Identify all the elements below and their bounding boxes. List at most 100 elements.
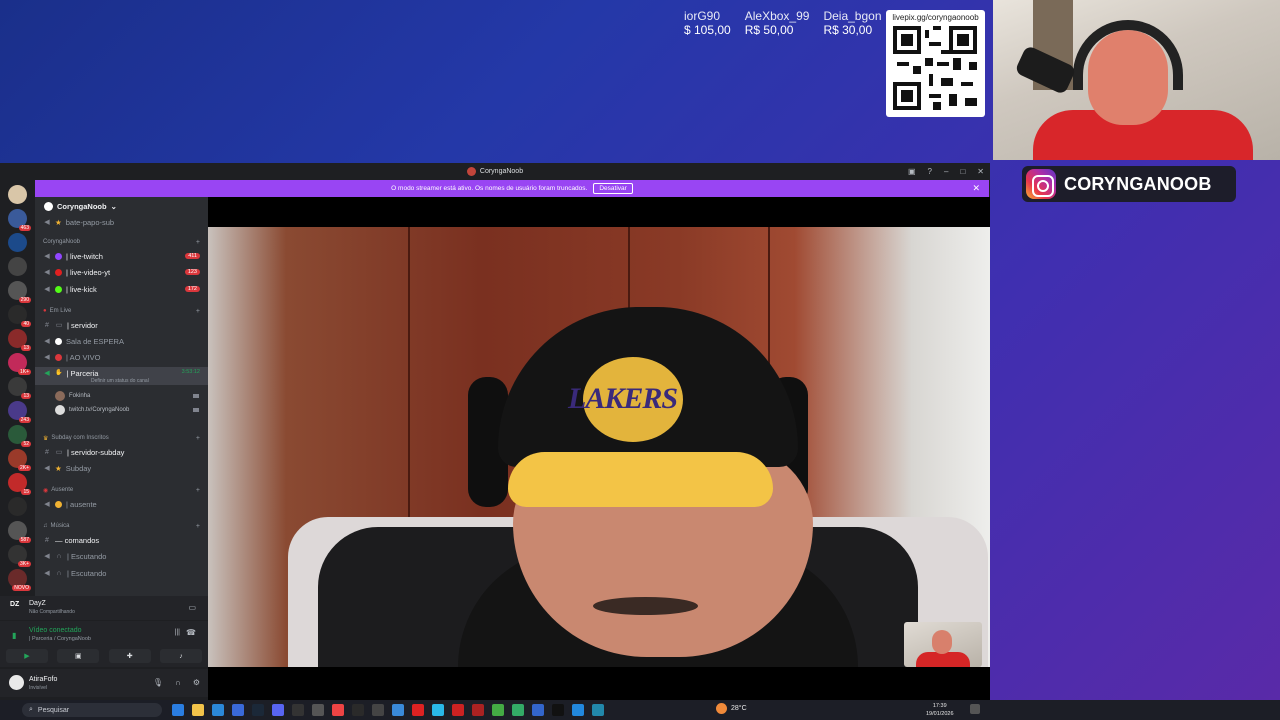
soundboard-button[interactable]: ♪ [159, 649, 202, 663]
channel-item[interactable]: ◀ ★ Subday [35, 461, 208, 475]
category-header[interactable]: ♛ Subday com Inscritos + [35, 433, 208, 443]
app-icon[interactable] [312, 704, 324, 716]
server-icon[interactable]: 290 [8, 281, 31, 303]
channel-item[interactable]: ◀ | live-twitch 411 [35, 249, 208, 263]
server-name: CoryngaNoob [57, 201, 107, 211]
server-icon[interactable] [8, 233, 27, 252]
user-name[interactable]: AtiraFofo [29, 676, 57, 683]
gear-icon[interactable]: ⚙ [193, 678, 200, 687]
self-view-pip[interactable] [904, 622, 982, 667]
activities-button[interactable]: ✚ [108, 649, 151, 663]
app-icon[interactable] [412, 704, 424, 716]
app-icon[interactable] [512, 704, 524, 716]
channel-status[interactable]: Definir um status do canal [91, 378, 149, 384]
app-icon[interactable] [472, 704, 484, 716]
app-icon[interactable] [532, 704, 544, 716]
voice-channel[interactable]: | Parceria / CoryngaNoob [29, 636, 91, 642]
taskbar-search[interactable]: ⌕ Pesquisar [22, 703, 162, 717]
video-stage[interactable]: LAKERS [208, 197, 990, 700]
server-icon[interactable]: 15 [8, 473, 31, 495]
chrome-icon[interactable] [492, 704, 504, 716]
monitor-icon: ▭ [55, 449, 63, 456]
voice-user[interactable]: twitch.tv/CoryngaNoob [55, 404, 205, 416]
camera-feed[interactable]: LAKERS [208, 227, 990, 667]
server-icon[interactable] [8, 185, 27, 204]
disconnect-icon[interactable]: ☎ [186, 628, 196, 637]
channel-item[interactable]: ◀ | ausente [35, 497, 208, 511]
server-icon[interactable]: 13 [8, 377, 31, 399]
close-banner-icon[interactable]: ✕ [972, 183, 980, 194]
server-icon[interactable]: 40 [8, 305, 31, 327]
channel-item[interactable]: ◀ | live-video-yt 123 [35, 265, 208, 279]
app-icon[interactable] [572, 704, 584, 716]
add-channel-icon[interactable]: + [196, 487, 200, 494]
category-header[interactable]: CoryngaNoob + [35, 237, 208, 247]
server-icon[interactable] [8, 497, 27, 516]
close-button[interactable]: ✕ [977, 167, 984, 176]
server-icon[interactable]: 587 [8, 521, 31, 543]
noise-suppression-icon[interactable]: ||| [175, 629, 180, 636]
channel-item[interactable]: ◀ Sala de ESPERA [35, 334, 208, 348]
add-channel-icon[interactable]: + [196, 239, 200, 246]
file-explorer-icon[interactable] [192, 704, 204, 716]
channel-item[interactable]: # ▭ | servidor-subday [35, 445, 208, 459]
server-icon[interactable]: 1K+ [8, 353, 31, 375]
steam-icon[interactable] [252, 704, 264, 716]
category-header[interactable]: ♫ Música + [35, 521, 208, 531]
notification-icon[interactable] [970, 704, 980, 714]
clock[interactable]: 17:39 19/01/2026 [926, 702, 954, 718]
app-icon[interactable] [592, 704, 604, 716]
server-icon[interactable]: 2K+ [8, 449, 31, 471]
channel-item[interactable]: ◀ ★ bate-papo-sub [35, 215, 208, 229]
app-icon[interactable] [232, 704, 244, 716]
app-icon[interactable] [372, 704, 384, 716]
weather-temp[interactable]: 28°C [731, 705, 747, 712]
channel-item[interactable]: ◀ | AO VIVO [35, 350, 208, 364]
headphones-icon: ∩ [56, 552, 62, 560]
minimize-button[interactable]: – [944, 167, 948, 176]
headphones-icon[interactable]: ∩ [175, 678, 181, 687]
camera-toggle-button[interactable]: ▶ [6, 649, 48, 663]
share-screen-icon[interactable]: ▭ [188, 603, 196, 612]
inbox-icon[interactable]: ▣ [908, 167, 916, 176]
add-channel-icon[interactable]: + [196, 308, 200, 315]
category-header[interactable]: ◉ Ausente + [35, 485, 208, 495]
app-icon[interactable] [332, 704, 344, 716]
obs-icon[interactable] [292, 704, 304, 716]
telegram-icon[interactable] [432, 704, 444, 716]
voice-status[interactable]: Vídeo conectado [29, 627, 82, 634]
server-icon[interactable]: 13 [8, 329, 31, 351]
server-header[interactable]: CoryngaNoob ⌄ ⚇ [35, 197, 230, 215]
app-icon[interactable] [452, 704, 464, 716]
category-header[interactable]: ● Em Live + [35, 306, 208, 316]
server-icon[interactable]: 52 [8, 425, 31, 447]
add-channel-icon[interactable]: + [196, 523, 200, 530]
server-icon[interactable]: 243 [8, 401, 31, 423]
avatar[interactable] [9, 675, 24, 690]
voice-user[interactable]: Fokinha [55, 390, 205, 402]
activity-panel[interactable]: DZ DayZ Não Compartilhando ▭ [0, 596, 208, 620]
server-icon[interactable]: 463 [8, 209, 31, 231]
channel-item[interactable]: # ▭ | servidor [35, 318, 208, 332]
channel-item[interactable]: ◀ | live-kick 172 [35, 282, 208, 296]
screen-share-button[interactable]: ▣ [57, 649, 100, 663]
disable-streamer-mode-button[interactable]: Desativar [593, 183, 633, 194]
discord-icon[interactable] [272, 704, 284, 716]
server-icon[interactable]: NOVO [8, 569, 31, 591]
store-icon[interactable] [212, 704, 224, 716]
channel-item[interactable]: ◀ ∩ | Escutando [35, 566, 208, 580]
maximize-button[interactable]: □ [960, 167, 965, 176]
category-name: Música [50, 523, 70, 529]
help-icon[interactable]: ? [928, 167, 932, 176]
microphone-icon[interactable]: 🎙 [153, 678, 163, 687]
add-channel-icon[interactable]: + [196, 435, 200, 442]
channel-item[interactable]: # — comandos [35, 533, 208, 547]
tiktok-icon[interactable] [552, 704, 564, 716]
channel-item[interactable]: ◀ ∩ | Escutando [35, 549, 208, 563]
server-icon[interactable] [8, 257, 27, 276]
edge-icon[interactable] [172, 704, 184, 716]
server-icon[interactable]: 3K+ [8, 545, 31, 567]
app-icon[interactable] [392, 704, 404, 716]
weather-icon[interactable] [716, 703, 727, 714]
app-icon[interactable] [352, 704, 364, 716]
